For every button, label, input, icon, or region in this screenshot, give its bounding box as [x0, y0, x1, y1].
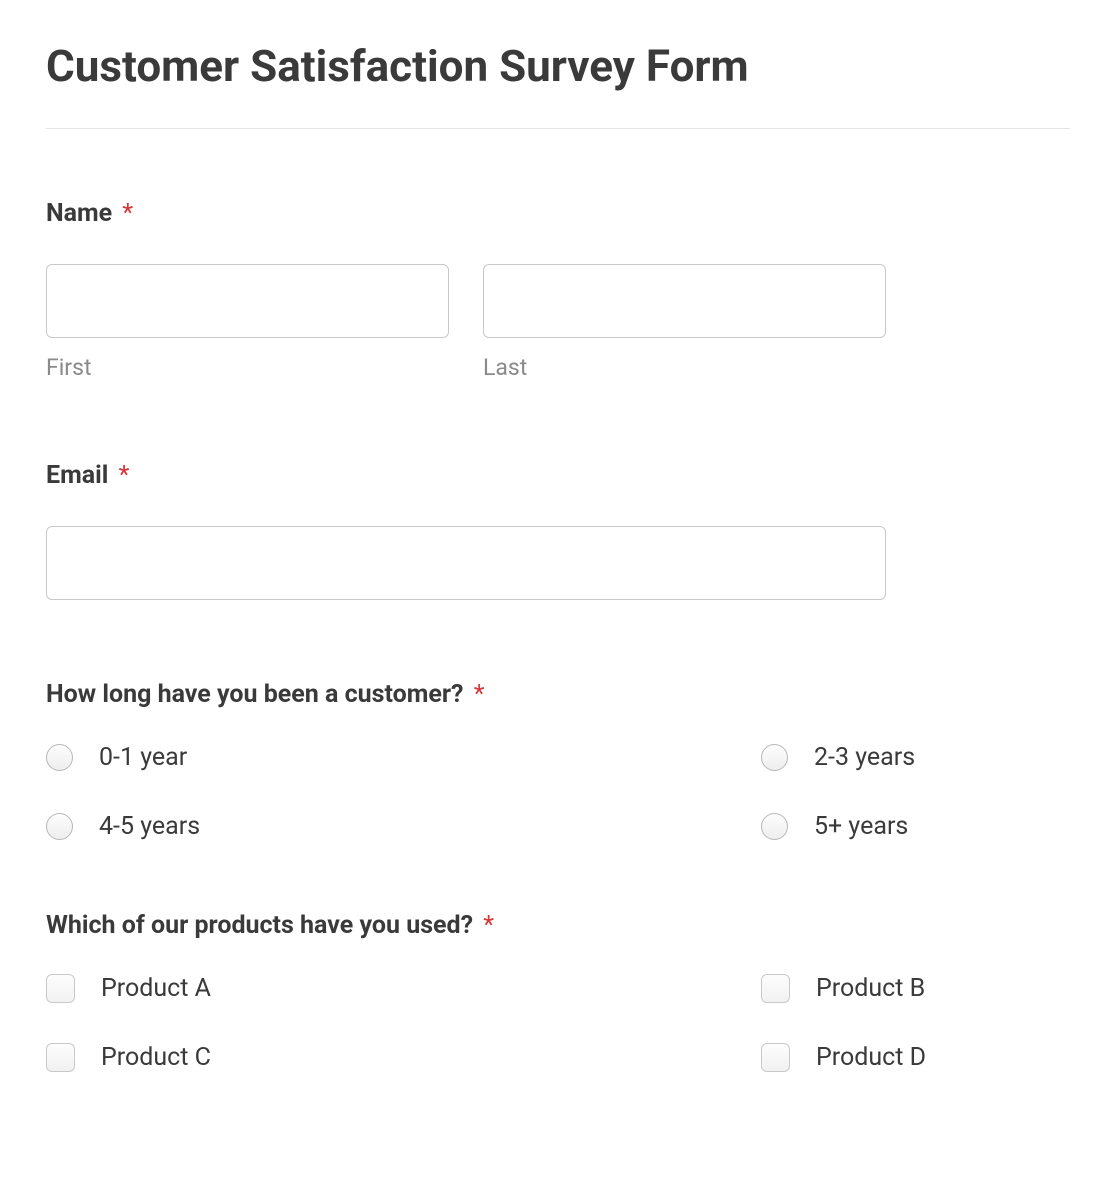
required-asterisk: *: [122, 199, 133, 228]
radio-icon[interactable]: [761, 813, 788, 840]
email-field-group: Email *: [46, 461, 1070, 600]
product-option-label: Product A: [101, 974, 211, 1003]
products-options: Product A Product B Product C Product D: [46, 974, 1070, 1072]
tenure-option-label: 4-5 years: [99, 812, 200, 841]
first-name-col: First: [46, 264, 449, 381]
first-name-input[interactable]: [46, 264, 449, 338]
checkbox-icon[interactable]: [46, 974, 75, 1003]
first-name-sublabel: First: [46, 354, 449, 381]
tenure-label-text: How long have you been a customer?: [46, 680, 463, 709]
radio-icon[interactable]: [761, 744, 788, 771]
last-name-sublabel: Last: [483, 354, 886, 381]
required-asterisk: *: [119, 461, 130, 490]
tenure-option-4-5-years[interactable]: 4-5 years: [46, 812, 761, 841]
name-label-text: Name: [46, 199, 112, 228]
product-option-c[interactable]: Product C: [46, 1043, 761, 1072]
tenure-field-group: How long have you been a customer? * 0-1…: [46, 680, 1070, 841]
form-title: Customer Satisfaction Survey Form: [46, 40, 1070, 92]
product-option-label: Product B: [816, 974, 925, 1003]
tenure-option-5-plus-years[interactable]: 5+ years: [761, 812, 1070, 841]
radio-icon[interactable]: [46, 813, 73, 840]
product-option-label: Product D: [816, 1043, 926, 1072]
email-label: Email *: [46, 461, 1070, 490]
tenure-option-label: 5+ years: [814, 812, 908, 841]
email-label-text: Email: [46, 461, 108, 490]
name-label: Name *: [46, 199, 1070, 228]
tenure-option-0-1-year[interactable]: 0-1 year: [46, 743, 761, 772]
last-name-col: Last: [483, 264, 886, 381]
products-label: Which of our products have you used? *: [46, 911, 1070, 940]
product-option-label: Product C: [101, 1043, 211, 1072]
tenure-option-label: 2-3 years: [814, 743, 915, 772]
tenure-options: 0-1 year 2-3 years 4-5 years 5+ years: [46, 743, 1070, 841]
required-asterisk: *: [474, 680, 485, 709]
products-field-group: Which of our products have you used? * P…: [46, 911, 1070, 1072]
tenure-option-label: 0-1 year: [99, 743, 187, 772]
tenure-option-2-3-years[interactable]: 2-3 years: [761, 743, 1070, 772]
required-asterisk: *: [483, 911, 494, 940]
last-name-input[interactable]: [483, 264, 886, 338]
product-option-d[interactable]: Product D: [761, 1043, 1070, 1072]
checkbox-icon[interactable]: [761, 974, 790, 1003]
name-row: First Last: [46, 264, 886, 381]
checkbox-icon[interactable]: [46, 1043, 75, 1072]
title-divider: [46, 128, 1070, 129]
checkbox-icon[interactable]: [761, 1043, 790, 1072]
email-input[interactable]: [46, 526, 886, 600]
name-field-group: Name * First Last: [46, 199, 1070, 381]
radio-icon[interactable]: [46, 744, 73, 771]
tenure-label: How long have you been a customer? *: [46, 680, 1070, 709]
product-option-b[interactable]: Product B: [761, 974, 1070, 1003]
products-label-text: Which of our products have you used?: [46, 911, 473, 940]
product-option-a[interactable]: Product A: [46, 974, 761, 1003]
